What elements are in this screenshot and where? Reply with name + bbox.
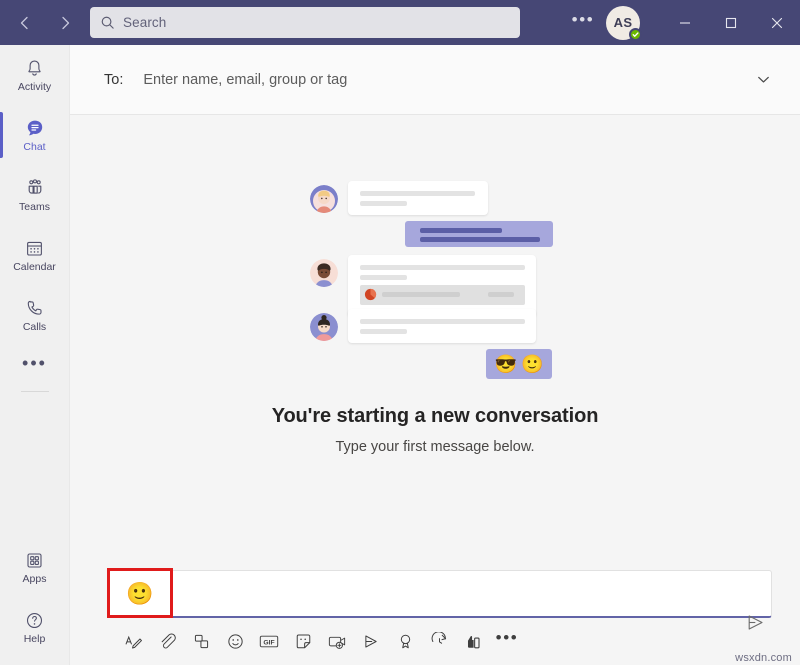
smiley-emoji-icon: 🙂 bbox=[521, 355, 543, 373]
phone-icon bbox=[24, 297, 45, 319]
chevron-left-icon bbox=[16, 14, 34, 32]
illustration-bubble-outgoing bbox=[405, 221, 553, 247]
sidebar-item-apps[interactable]: Apps bbox=[0, 537, 70, 597]
stream-video-icon[interactable] bbox=[356, 626, 386, 656]
sidebar-item-help[interactable]: Help bbox=[0, 597, 70, 657]
message-input-box[interactable]: 🙂 bbox=[108, 570, 772, 618]
presence-available-icon bbox=[629, 28, 642, 41]
illustration-line bbox=[360, 319, 525, 324]
teams-icon bbox=[24, 177, 46, 199]
illustration-line bbox=[382, 292, 460, 297]
sidebar-item-activity[interactable]: Activity bbox=[0, 45, 70, 105]
send-button-group bbox=[740, 607, 770, 637]
message-input[interactable] bbox=[171, 572, 771, 616]
illustration-bubble bbox=[348, 309, 536, 343]
chevron-down-icon bbox=[755, 71, 772, 88]
search-placeholder: Search bbox=[123, 15, 166, 30]
approvals-icon[interactable] bbox=[458, 626, 488, 656]
sidebar-item-label: Teams bbox=[19, 202, 50, 213]
illustration-line bbox=[360, 275, 407, 280]
sidebar-item-label: Calls bbox=[23, 322, 46, 333]
illustration-line bbox=[420, 228, 502, 233]
titlebar-right-controls: ••• AS bbox=[566, 0, 800, 45]
empty-conversation-canvas: 😎 🙂 You're starting a new conversation T… bbox=[70, 115, 800, 560]
sidebar-item-label: Activity bbox=[18, 82, 51, 93]
teams-window: Search ••• AS bbox=[0, 0, 800, 665]
illustration-line bbox=[360, 201, 407, 206]
emoji-smiley-icon: 🙂 bbox=[126, 583, 153, 605]
illustration-line bbox=[420, 237, 540, 242]
attach-file-icon[interactable] bbox=[152, 626, 182, 656]
settings-more-button[interactable]: ••• bbox=[566, 6, 600, 40]
sidebar-item-chat[interactable]: Chat bbox=[0, 105, 70, 165]
to-label: To: bbox=[104, 72, 123, 88]
calendar-icon bbox=[24, 237, 45, 259]
bell-icon bbox=[24, 57, 45, 79]
forward-button[interactable] bbox=[48, 6, 82, 40]
send-button[interactable] bbox=[740, 607, 770, 637]
compose-toolbar: GIF bbox=[108, 618, 772, 664]
question-circle-icon bbox=[24, 609, 45, 631]
schedule-send-icon[interactable] bbox=[424, 626, 454, 656]
illustration-avatar bbox=[310, 313, 338, 341]
sidebar-item-label: Calendar bbox=[13, 262, 56, 273]
loop-component-icon[interactable] bbox=[186, 626, 216, 656]
recipient-bar: To: bbox=[70, 45, 800, 115]
sidebar-item-calendar[interactable]: Calendar bbox=[0, 225, 70, 285]
illustration-attachment-row bbox=[360, 285, 525, 305]
sticker-icon[interactable] bbox=[288, 626, 318, 656]
more-options-icon[interactable]: ••• bbox=[492, 626, 522, 656]
maximize-button[interactable] bbox=[708, 0, 754, 45]
chevron-right-icon bbox=[56, 14, 74, 32]
svg-text:GIF: GIF bbox=[263, 639, 274, 646]
sidebar-item-calls[interactable]: Calls bbox=[0, 285, 70, 345]
illustration-bubble bbox=[348, 181, 488, 215]
message-compose-area: 🙂 bbox=[70, 560, 800, 665]
sidebar-item-teams[interactable]: Teams bbox=[0, 165, 70, 225]
sidebar-bottom-group: Apps Help bbox=[0, 537, 70, 665]
sidebar-item-label: Help bbox=[24, 634, 46, 645]
back-button[interactable] bbox=[8, 6, 42, 40]
expand-recipients-button[interactable] bbox=[749, 65, 778, 94]
close-button[interactable] bbox=[754, 0, 800, 45]
illustration-line bbox=[360, 329, 407, 334]
illustration-avatar bbox=[310, 185, 338, 213]
watermark: wsxdn.com bbox=[735, 652, 792, 664]
search-icon bbox=[100, 15, 115, 30]
page-title: You're starting a new conversation bbox=[272, 405, 599, 428]
illustration-line bbox=[488, 292, 514, 297]
send-paper-plane-icon bbox=[745, 612, 766, 633]
format-text-icon[interactable] bbox=[118, 626, 148, 656]
minimize-button[interactable] bbox=[662, 0, 708, 45]
meet-now-icon[interactable] bbox=[322, 626, 352, 656]
apps-grid-icon bbox=[24, 549, 45, 571]
gif-icon[interactable]: GIF bbox=[254, 626, 284, 656]
app-rail: Activity Chat bbox=[0, 45, 70, 665]
sidebar-divider bbox=[21, 391, 49, 392]
title-bar: Search ••• AS bbox=[0, 0, 800, 45]
chat-bubble-icon bbox=[24, 117, 46, 139]
navigation-arrows bbox=[0, 0, 90, 45]
illustration-emoji-bubble: 😎 🙂 bbox=[486, 349, 552, 379]
emoji-icon[interactable] bbox=[220, 626, 250, 656]
chat-conversation-illustration: 😎 🙂 bbox=[300, 173, 570, 383]
sidebar-item-label: Apps bbox=[23, 574, 47, 585]
illustration-avatar bbox=[310, 259, 338, 287]
emoji-picker-button[interactable]: 🙂 bbox=[109, 571, 171, 617]
sunglasses-emoji-icon: 😎 bbox=[495, 355, 517, 373]
file-attachment-icon bbox=[364, 288, 377, 301]
recipient-input[interactable] bbox=[143, 72, 749, 88]
praise-icon[interactable] bbox=[390, 626, 420, 656]
illustration-line bbox=[360, 191, 475, 196]
page-subtitle: Type your first message below. bbox=[335, 439, 534, 455]
sidebar-item-label: Chat bbox=[23, 142, 45, 153]
sidebar-more-apps-button[interactable]: ••• bbox=[0, 345, 70, 389]
search-bar[interactable]: Search bbox=[90, 7, 520, 38]
illustration-line bbox=[360, 265, 525, 270]
avatar[interactable]: AS bbox=[606, 6, 640, 40]
